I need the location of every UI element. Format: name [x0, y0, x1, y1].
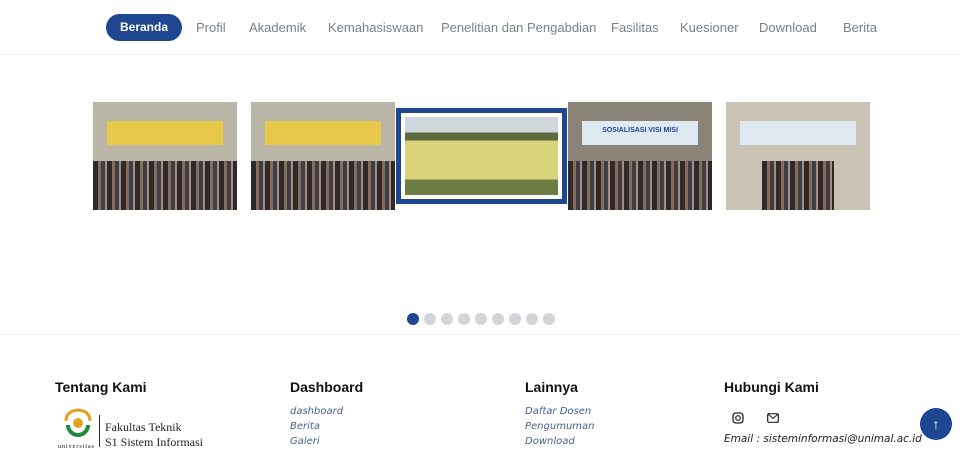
carousel-slide[interactable]	[93, 102, 237, 210]
logo-line2: S1 Sistem Informasi	[105, 435, 203, 449]
top-navbar: Beranda Profil Akademik Kemahasiswaan Pe…	[0, 0, 960, 55]
carousel-dot[interactable]	[509, 313, 521, 325]
about-heading: Tentang Kami	[55, 379, 147, 395]
nav-kemahasiswaan[interactable]: Kemahasiswaan	[328, 14, 423, 41]
nav-download[interactable]: Download	[759, 14, 817, 41]
nav-berita[interactable]: Berita	[843, 14, 877, 41]
nav-penelitian[interactable]: Penelitian dan Pengabdian	[441, 14, 596, 41]
university-emblem-icon	[64, 408, 92, 437]
footer-link-pengumuman[interactable]: Pengumuman	[525, 419, 595, 434]
back-to-top-button[interactable]: ↑	[920, 408, 952, 440]
carousel-dot[interactable]	[543, 313, 555, 325]
footer-link-dashboard[interactable]: dashboard	[290, 404, 343, 419]
carousel-dot[interactable]	[441, 313, 453, 325]
logo-caption: universitas	[58, 444, 95, 450]
nav-beranda[interactable]: Beranda	[106, 14, 183, 41]
footer-link-berita[interactable]: Berita	[290, 419, 343, 434]
others-heading: Lainnya	[525, 379, 578, 395]
carousel-dot[interactable]	[424, 313, 436, 325]
slide-banner-text: SOSIALISASI VISI MISI	[582, 121, 698, 146]
logo-line1: Fakultas Teknik	[105, 420, 182, 434]
nav-fasilitas[interactable]: Fasilitas	[611, 14, 659, 41]
carousel-indicators	[407, 313, 555, 325]
footer-link-download[interactable]: Download	[525, 434, 595, 449]
nav-akademik[interactable]: Akademik	[249, 14, 306, 41]
nav-kuesioner[interactable]: Kuesioner	[680, 14, 739, 41]
carousel-dot[interactable]	[458, 313, 470, 325]
carousel-dot[interactable]	[526, 313, 538, 325]
nav-profil[interactable]: Profil	[196, 14, 226, 41]
footer: Tentang Kami universitas Fakultas Teknik…	[0, 334, 960, 452]
carousel-slide[interactable]: SOSIALISASI VISI MISI	[568, 102, 712, 210]
contact-heading: Hubungi Kami	[724, 379, 819, 395]
mail-icon[interactable]	[767, 413, 779, 423]
dashboard-heading: Dashboard	[290, 379, 364, 395]
carousel-dot[interactable]	[492, 313, 504, 325]
footer-link-daftar-dosen[interactable]: Daftar Dosen	[525, 404, 595, 419]
instagram-icon[interactable]	[732, 412, 744, 424]
footer-link-galeri[interactable]: Galeri	[290, 434, 343, 449]
carousel-slide[interactable]	[726, 102, 870, 210]
carousel-slide-active[interactable]	[396, 108, 567, 204]
carousel-dot[interactable]	[407, 313, 419, 325]
carousel-slide[interactable]	[251, 102, 395, 210]
building-photo	[405, 117, 558, 195]
contact-email: Email : sisteminformasi@unimal.ac.id	[724, 433, 922, 445]
arrow-up-icon: ↑	[932, 416, 940, 432]
carousel-dot[interactable]	[475, 313, 487, 325]
faculty-logo: universitas Fakultas Teknik S1 Sistem In…	[58, 407, 218, 452]
